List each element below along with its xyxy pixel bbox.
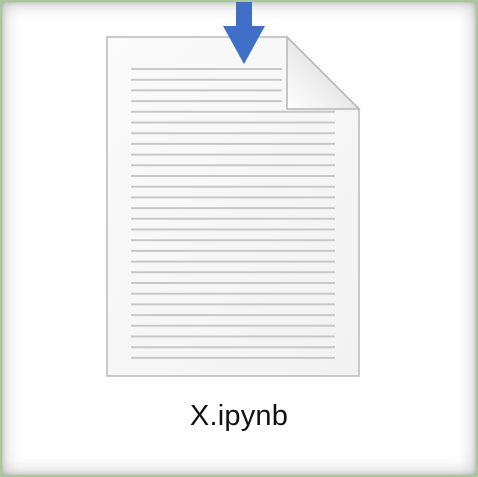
file-name-label: X.ipynb (189, 400, 289, 432)
blank-document-icon (106, 35, 361, 377)
document-icon[interactable] (102, 32, 364, 380)
down-arrow-icon (223, 2, 265, 66)
file-preview-frame: X.ipynb (0, 0, 478, 477)
